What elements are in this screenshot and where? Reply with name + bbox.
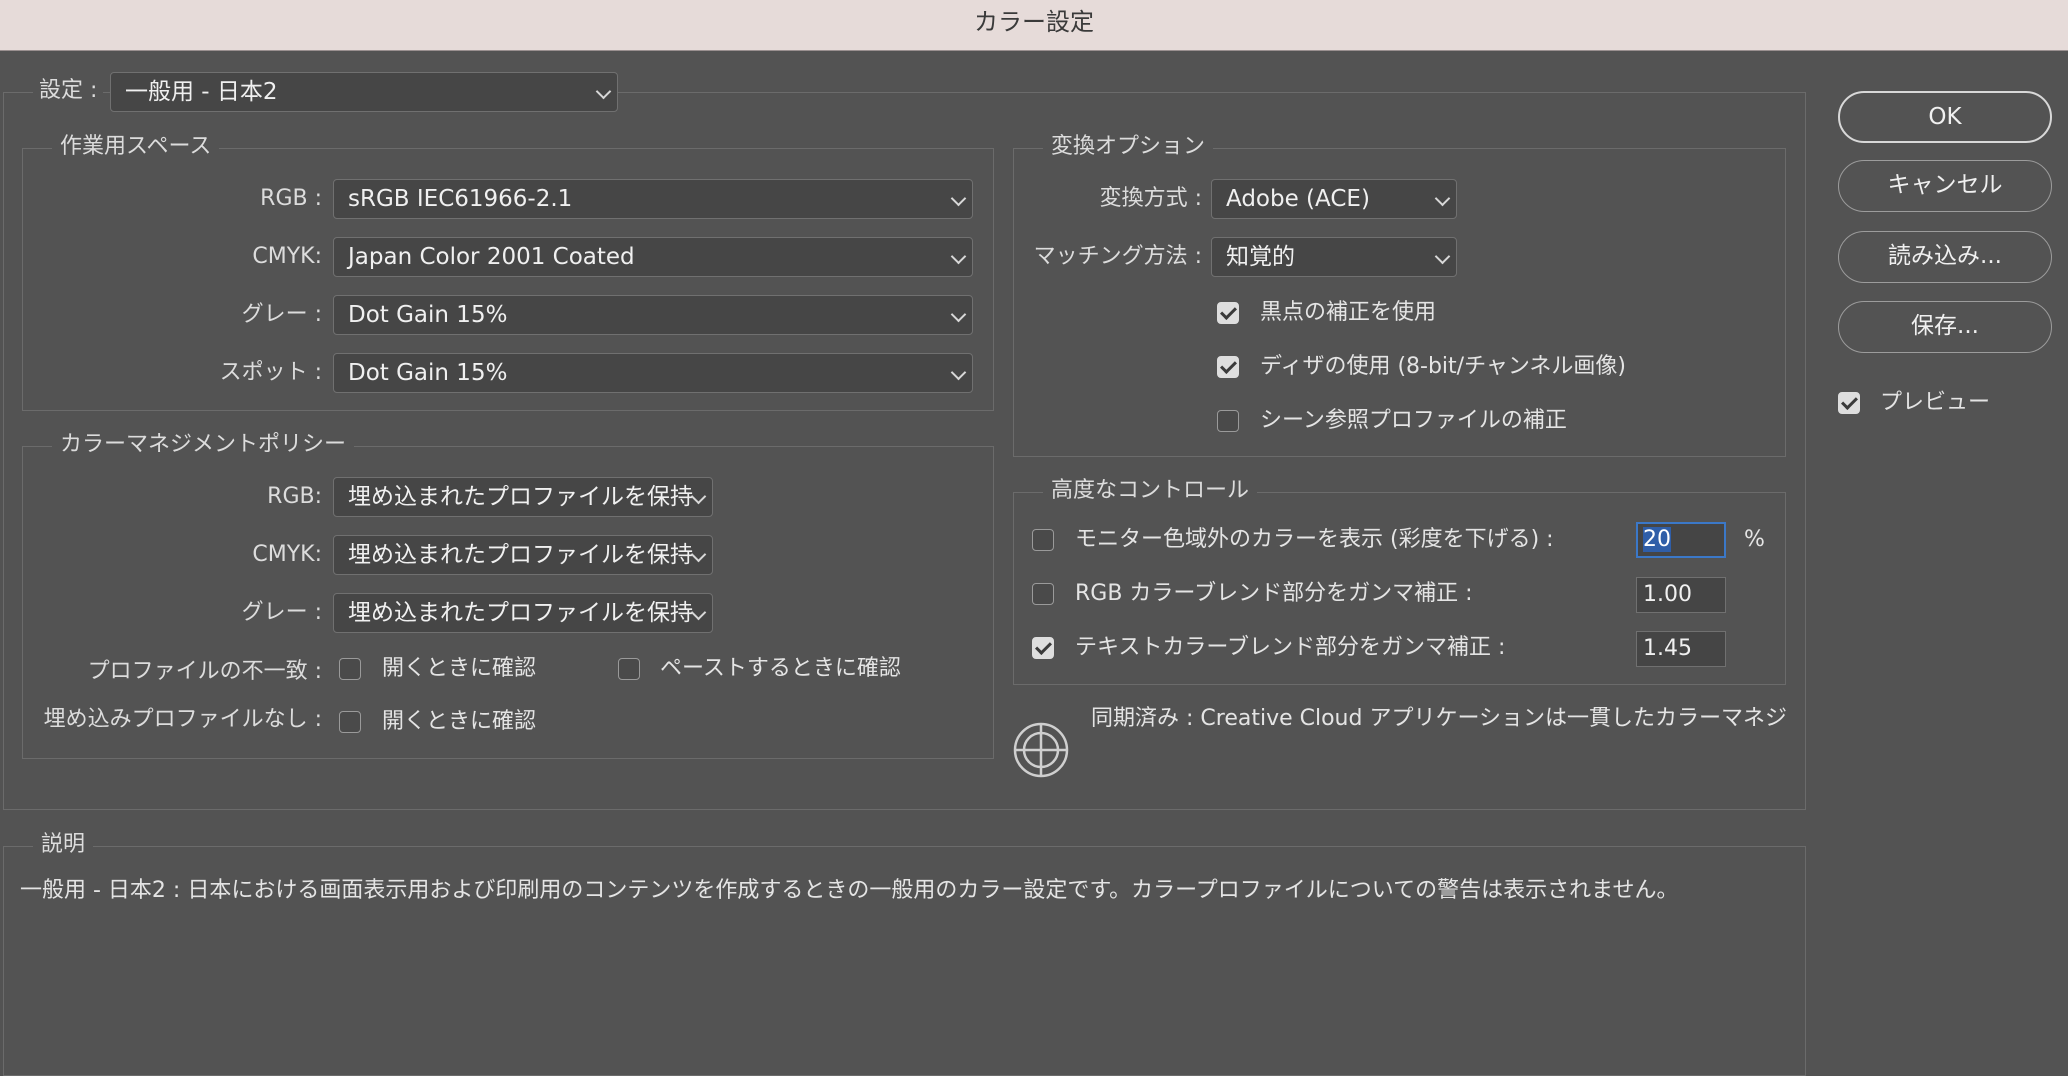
ws-spot-label: スポット : (219, 360, 322, 385)
scene-referred-checkbox[interactable] (1217, 410, 1239, 432)
policy-gray-value: 埋め込まれたプロファイルを保持 (348, 600, 693, 626)
chevron-down-icon (1434, 190, 1451, 207)
desaturate-label: モニター色域外のカラーを表示 (彩度を下げる) : (1075, 527, 1554, 552)
preview-checkbox[interactable] (1838, 392, 1860, 414)
ws-cmyk-value: Japan Color 2001 Coated (348, 244, 635, 270)
mismatch-paste-label: ペーストするときに確認 (660, 656, 901, 681)
policy-cmyk-dropdown[interactable]: 埋め込まれたプロファイルを保持 (333, 535, 713, 575)
policy-rgb-label: RGB: (267, 484, 322, 509)
ws-gray-label: グレー : (241, 302, 322, 327)
title-bar: カラー設定 (0, 0, 2068, 51)
engine-dropdown[interactable]: Adobe (ACE) (1211, 179, 1457, 219)
working-spaces-title: 作業用スペース (52, 133, 220, 161)
scene-referred-label: シーン参照プロファイルの補正 (1260, 408, 1567, 433)
dither-checkbox[interactable] (1217, 356, 1239, 378)
policies-title: カラーマネジメントポリシー (52, 431, 355, 459)
policy-rgb-value: 埋め込まれたプロファイルを保持 (348, 484, 693, 510)
ws-rgb-dropdown[interactable]: sRGB IEC61966-2.1 (333, 179, 973, 219)
preview-label: プレビュー (1880, 390, 1991, 415)
text-blend-input[interactable]: 1.45 (1636, 631, 1726, 667)
chevron-down-icon (690, 546, 707, 563)
policy-cmyk-label: CMYK: (252, 542, 322, 567)
rgb-blend-label: RGB カラーブレンド部分をガンマ補正 : (1075, 581, 1473, 606)
chevron-down-icon (950, 306, 967, 323)
rgb-blend-value: 1.00 (1643, 582, 1692, 607)
policy-rgb-dropdown[interactable]: 埋め込まれたプロファイルを保持 (333, 477, 713, 517)
policy-cmyk-value: 埋め込まれたプロファイルを保持 (348, 542, 693, 568)
chevron-down-icon (690, 604, 707, 621)
black-point-checkbox[interactable] (1217, 302, 1239, 324)
chevron-down-icon (950, 190, 967, 207)
missing-profile-label: 埋め込みプロファイルなし : (43, 707, 322, 732)
desaturate-unit: % (1744, 527, 1765, 552)
profile-mismatch-label: プロファイルの不一致 : (87, 659, 322, 684)
desaturate-value: 20 (1643, 527, 1671, 552)
text-blend-label: テキストカラーブレンド部分をガンマ補正 : (1075, 635, 1506, 660)
chevron-down-icon (950, 364, 967, 381)
description-title: 説明 (33, 831, 94, 859)
ws-gray-value: Dot Gain 15% (348, 302, 508, 328)
mismatch-paste-checkbox[interactable] (618, 658, 640, 680)
load-button[interactable]: 読み込み... (1838, 231, 2052, 283)
rgb-blend-input[interactable]: 1.00 (1636, 577, 1726, 613)
intent-label: マッチング方法 : (1033, 244, 1202, 269)
settings-value: 一般用 - 日本2 (125, 79, 278, 105)
settings-dropdown[interactable]: 一般用 - 日本2 (110, 72, 618, 112)
chevron-down-icon (595, 83, 612, 100)
sync-icon (1013, 722, 1069, 778)
intent-value: 知覚的 (1226, 244, 1295, 270)
save-button[interactable]: 保存... (1838, 301, 2052, 353)
rgb-blend-checkbox[interactable] (1032, 583, 1054, 605)
window-title: カラー設定 (974, 8, 1094, 36)
desaturate-checkbox[interactable] (1032, 529, 1054, 551)
ws-spot-value: Dot Gain 15% (348, 360, 508, 386)
ok-button[interactable]: OK (1838, 91, 2052, 143)
mismatch-open-checkbox[interactable] (339, 658, 361, 680)
sync-status-text: 同期済み : Creative Cloud アプリケーションは一貫したカラーマネ… (1091, 706, 1786, 731)
missing-open-label: 開くときに確認 (382, 709, 537, 734)
ws-cmyk-dropdown[interactable]: Japan Color 2001 Coated (333, 237, 973, 277)
advanced-title: 高度なコントロール (1043, 477, 1258, 505)
dither-label: ディザの使用 (8-bit/チャンネル画像) (1260, 354, 1627, 379)
text-blend-value: 1.45 (1643, 636, 1692, 661)
engine-value: Adobe (ACE) (1226, 186, 1370, 212)
cancel-button[interactable]: キャンセル (1838, 160, 2052, 212)
settings-label: 設定 : (33, 77, 104, 105)
policy-gray-dropdown[interactable]: 埋め込まれたプロファイルを保持 (333, 593, 713, 633)
ws-cmyk-label: CMYK: (252, 244, 322, 269)
mismatch-open-label: 開くときに確認 (382, 656, 537, 681)
chevron-down-icon (1434, 248, 1451, 265)
intent-dropdown[interactable]: 知覚的 (1211, 237, 1457, 277)
ws-rgb-value: sRGB IEC61966-2.1 (348, 186, 573, 212)
policy-gray-label: グレー : (241, 600, 322, 625)
black-point-label: 黒点の補正を使用 (1260, 300, 1437, 325)
ws-gray-dropdown[interactable]: Dot Gain 15% (333, 295, 973, 335)
description-text: 一般用 - 日本2 : 日本における画面表示用および印刷用のコンテンツを作成する… (20, 878, 1679, 903)
conversion-title: 変換オプション (1043, 133, 1214, 161)
ws-rgb-label: RGB : (260, 186, 322, 211)
ws-spot-dropdown[interactable]: Dot Gain 15% (333, 353, 973, 393)
desaturate-input[interactable]: 20 (1636, 522, 1726, 558)
engine-label: 変換方式 : (1099, 186, 1202, 211)
chevron-down-icon (950, 248, 967, 265)
text-blend-checkbox[interactable] (1032, 637, 1054, 659)
chevron-down-icon (690, 488, 707, 505)
missing-open-checkbox[interactable] (339, 711, 361, 733)
